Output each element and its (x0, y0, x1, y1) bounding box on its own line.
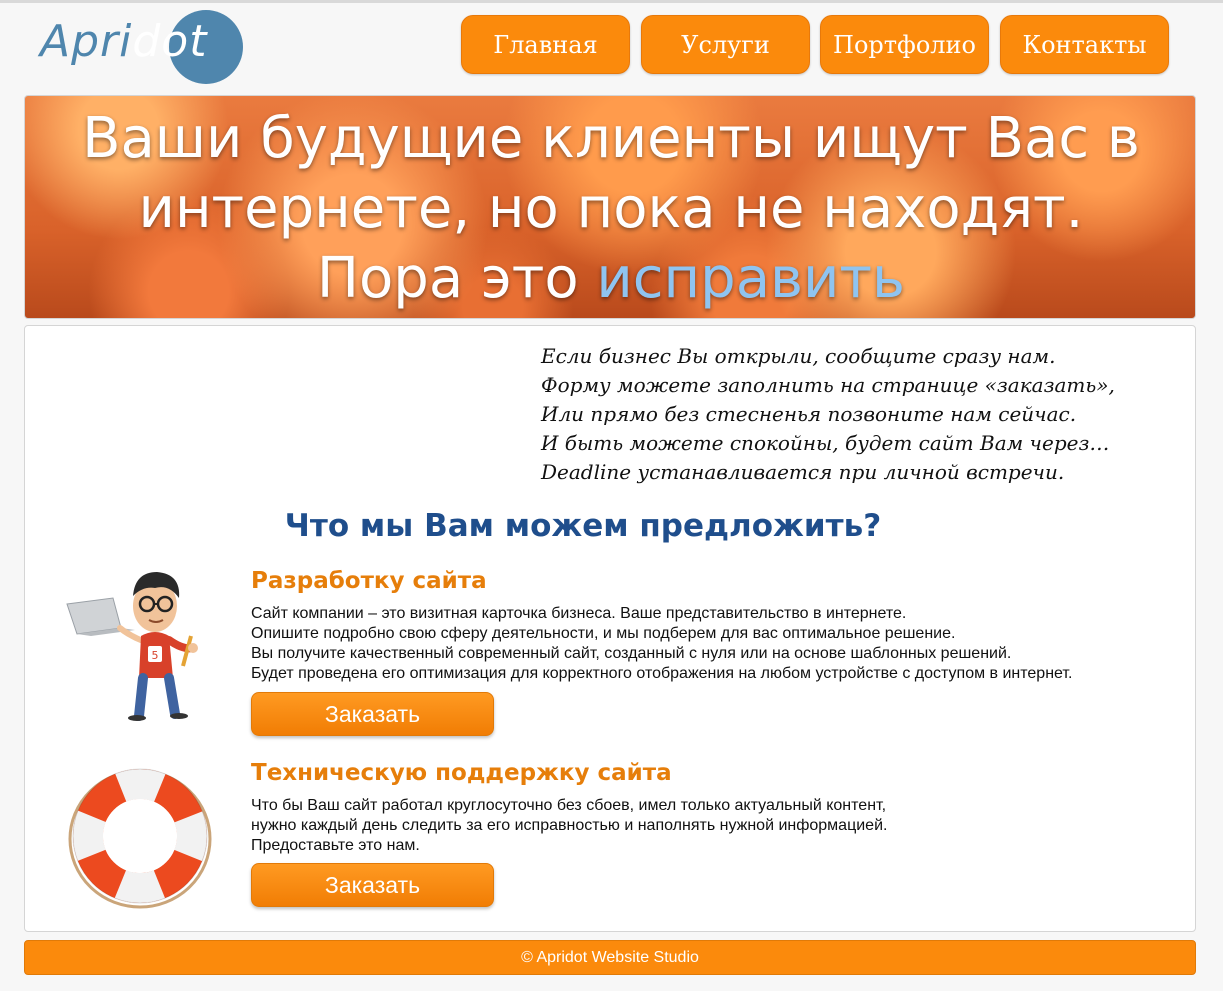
poem-line: Deadline устанавливается при личной встр… (541, 460, 1065, 484)
hero-headline: Ваши будущие клиенты ищут Вас в интернет… (25, 104, 1195, 314)
nav-home-button[interactable]: Главная (461, 15, 630, 74)
hero-line-2: интернете, но пока не находят. (138, 176, 1084, 241)
poem-line: Форму можете заполнить на странице «зака… (541, 373, 1115, 397)
nav-services-button[interactable]: Услуги (641, 15, 810, 74)
poem-line: Если бизнес Вы открыли, сообщите сразу н… (541, 344, 1056, 368)
hero-line-3: Пора это исправить (316, 246, 906, 311)
poem: Если бизнес Вы открыли, сообщите сразу н… (541, 342, 1115, 487)
poem-line: И быть можете спокойны, будет сайт Вам ч… (541, 431, 1110, 455)
svg-text:5: 5 (152, 649, 159, 662)
order-development-button[interactable]: Заказать (251, 692, 494, 736)
service-title-development: Разработку сайта (251, 568, 487, 594)
hero-accent-word: исправить (596, 246, 906, 311)
poem-line: Или прямо без стесненья позвоните нам се… (541, 402, 1077, 426)
service-text-support: Что бы Ваш сайт работал круглосуточно бе… (251, 797, 888, 854)
nav-contacts-button[interactable]: Контакты (1000, 15, 1169, 74)
nav-portfolio-button[interactable]: Портфолио (820, 15, 989, 74)
offer-title: Что мы Вам можем предложить? (284, 508, 882, 544)
developer-illustration: 5 (66, 572, 198, 721)
top-border (0, 0, 1223, 3)
order-support-button[interactable]: Заказать (251, 863, 494, 907)
hero-banner: Ваши будущие клиенты ищут Вас в интернет… (24, 95, 1196, 319)
main-content: Если бизнес Вы открыли, сообщите сразу н… (24, 325, 1196, 932)
logo-text: Apridot (40, 16, 208, 67)
footer: © Apridot Website Studio (24, 940, 1196, 975)
service-text-development: Сайт компании – это визитная карточка би… (251, 605, 1073, 682)
service-title-support: Техническую поддержку сайта (251, 760, 672, 786)
logo[interactable]: Apridot (38, 8, 243, 84)
lifebuoy-illustration (68, 768, 212, 909)
hero-line-1: Ваши будущие клиенты ищут Вас в (82, 106, 1140, 171)
